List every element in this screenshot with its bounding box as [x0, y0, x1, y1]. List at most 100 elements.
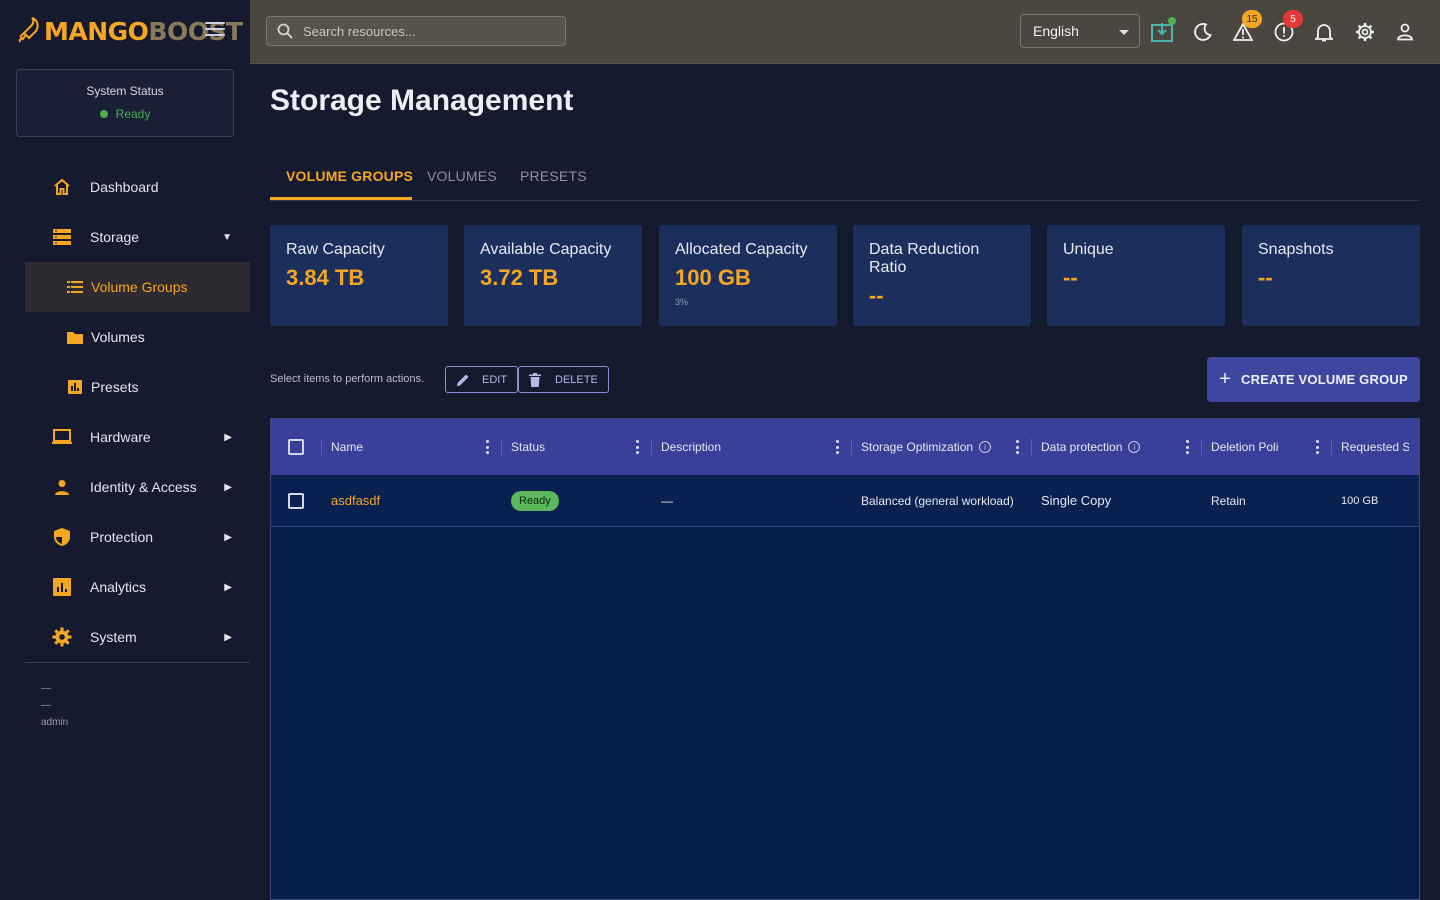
tab-presets[interactable]: PRESETS — [520, 152, 587, 200]
plus-icon: + — [1219, 368, 1232, 390]
user-info: — — admin — [41, 680, 68, 731]
gear-icon — [1356, 23, 1374, 41]
column-separator — [1031, 439, 1032, 455]
language-select[interactable]: English — [1020, 14, 1140, 48]
username: admin — [41, 717, 69, 728]
edit-label: EDIT — [482, 373, 508, 386]
sidebar-item-dashboard[interactable]: Dashboard — [25, 162, 250, 212]
column-menu-icon[interactable] — [486, 440, 490, 454]
errors-button[interactable]: 5 — [1271, 10, 1303, 45]
system-status-card: System Status Ready — [16, 69, 234, 137]
column-header-description[interactable]: Description — [661, 419, 821, 475]
download-button[interactable] — [1149, 17, 1176, 45]
cell-name: asdfasdf — [331, 475, 491, 526]
laptop-icon — [52, 427, 72, 447]
volume-group-link[interactable]: asdfasdf — [331, 493, 380, 508]
menu-toggle-icon[interactable] — [205, 22, 225, 38]
edit-button[interactable]: EDIT — [445, 366, 519, 393]
notifications-button[interactable] — [1311, 19, 1337, 45]
column-separator — [321, 439, 322, 455]
bar-chart-icon — [65, 377, 85, 397]
folder-icon — [65, 327, 85, 347]
sidebar-item-presets[interactable]: Presets — [25, 362, 250, 412]
sidebar-item-analytics[interactable]: Analytics ▶ — [25, 562, 250, 612]
cell-storage-optimization: Balanced (general workload) — [861, 493, 1014, 508]
search-icon — [277, 23, 293, 39]
stat-card-snapshots: Snapshots -- — [1242, 225, 1420, 326]
column-header-requested-size[interactable]: Requested Si: — [1341, 419, 1409, 475]
tab-bar: VOLUME GROUPS VOLUMES PRESETS — [270, 152, 1420, 201]
sidebar-divider — [25, 662, 250, 663]
column-separator — [1201, 439, 1202, 455]
stat-label: Raw Capacity — [286, 241, 385, 258]
tab-volume-groups[interactable]: VOLUME GROUPS — [286, 152, 413, 200]
cell-data-protection: Single Copy — [1041, 493, 1112, 508]
sidebar-item-storage[interactable]: Storage ▼ — [25, 212, 250, 262]
tab-indicator — [270, 197, 412, 200]
stat-value: 3.84 TB — [286, 265, 365, 290]
column-header-deletion-policy[interactable]: Deletion Polic — [1211, 419, 1279, 475]
select-all-checkbox[interactable] — [288, 439, 304, 455]
sidebar-item-system[interactable]: System ▶ — [25, 612, 250, 662]
search-box[interactable] — [266, 16, 566, 46]
column-separator — [851, 439, 852, 455]
column-header-data-protection[interactable]: Data protection i — [1041, 419, 1181, 475]
stat-card-raw-capacity: Raw Capacity 3.84 TB — [270, 225, 448, 326]
column-menu-icon[interactable] — [1316, 440, 1320, 454]
column-separator — [1331, 439, 1332, 455]
column-menu-icon[interactable] — [836, 440, 840, 454]
status-dot-icon — [99, 110, 108, 118]
chevron-right-icon: ▶ — [224, 431, 232, 443]
download-icon — [1151, 23, 1173, 42]
volume-groups-table: Name Status Description Storage Optimiza… — [270, 418, 1420, 900]
stat-label: Unique — [1063, 241, 1114, 258]
column-menu-icon[interactable] — [636, 440, 640, 454]
stat-value: -- — [1258, 265, 1273, 290]
table-header: Name Status Description Storage Optimiza… — [271, 419, 1419, 475]
user-line-2: — — [41, 700, 51, 711]
person-icon — [52, 477, 72, 497]
stat-card-data-reduction-ratio: Data Reduction Ratio -- — [853, 225, 1031, 326]
delete-button[interactable]: DELETE — [518, 366, 609, 393]
sidebar-item-label: Volumes — [91, 329, 145, 345]
cell-deletion-policy: Retain — [1211, 493, 1246, 508]
search-input[interactable] — [303, 23, 543, 39]
chevron-right-icon: ▶ — [224, 481, 232, 493]
sidebar-item-volumes[interactable]: Volumes — [25, 312, 250, 362]
column-menu-icon[interactable] — [1016, 440, 1020, 454]
column-header-status[interactable]: Status — [511, 419, 621, 475]
sidebar-item-label: System — [90, 629, 137, 645]
user-line-1: — — [41, 683, 51, 694]
sidebar-item-protection[interactable]: Protection ▶ — [25, 512, 250, 562]
theme-toggle-button[interactable] — [1190, 19, 1216, 45]
account-button[interactable] — [1392, 19, 1418, 45]
sidebar-item-hardware[interactable]: Hardware ▶ — [25, 412, 250, 462]
system-status-value: Ready — [17, 107, 233, 121]
column-header-name[interactable]: Name — [331, 419, 471, 475]
stat-card-allocated-capacity: Allocated Capacity 100 GB 3% — [659, 225, 837, 326]
sidebar-item-identity-access[interactable]: Identity & Access ▶ — [25, 462, 250, 512]
table-row[interactable]: asdfasdf Ready — Balanced (general workl… — [271, 475, 1419, 527]
stat-value: 3.72 TB — [480, 265, 559, 290]
settings-button[interactable] — [1352, 19, 1378, 45]
info-icon: i — [979, 441, 991, 453]
sidebar-nav: Dashboard Storage ▼ Volume Groups Volume… — [25, 162, 250, 662]
system-status-title: System Status — [86, 84, 164, 98]
column-menu-icon[interactable] — [1186, 440, 1190, 454]
sidebar-item-label: Protection — [90, 529, 154, 545]
sidebar-item-label: Dashboard — [90, 179, 159, 195]
info-icon: i — [1128, 441, 1141, 453]
trash-icon — [529, 372, 543, 387]
sidebar-item-volume-groups[interactable]: Volume Groups — [25, 262, 250, 312]
create-volume-group-button[interactable]: + CREATE VOLUME GROUP — [1207, 357, 1420, 402]
cell-status: Ready — [511, 475, 631, 526]
chevron-down-icon: ▼ — [222, 231, 232, 243]
warnings-button[interactable]: 15 — [1230, 10, 1262, 45]
stat-label: Allocated Capacity — [675, 241, 808, 258]
sidebar-item-label: Volume Groups — [91, 279, 188, 295]
column-header-storage-optimization[interactable]: Storage Optimization i — [861, 419, 991, 475]
tab-volumes[interactable]: VOLUMES — [427, 152, 497, 200]
stat-label: Available Capacity — [480, 241, 612, 258]
sidebar: MANGOBOOST System Status Ready Dashboard… — [0, 0, 250, 900]
row-checkbox[interactable] — [288, 492, 304, 509]
